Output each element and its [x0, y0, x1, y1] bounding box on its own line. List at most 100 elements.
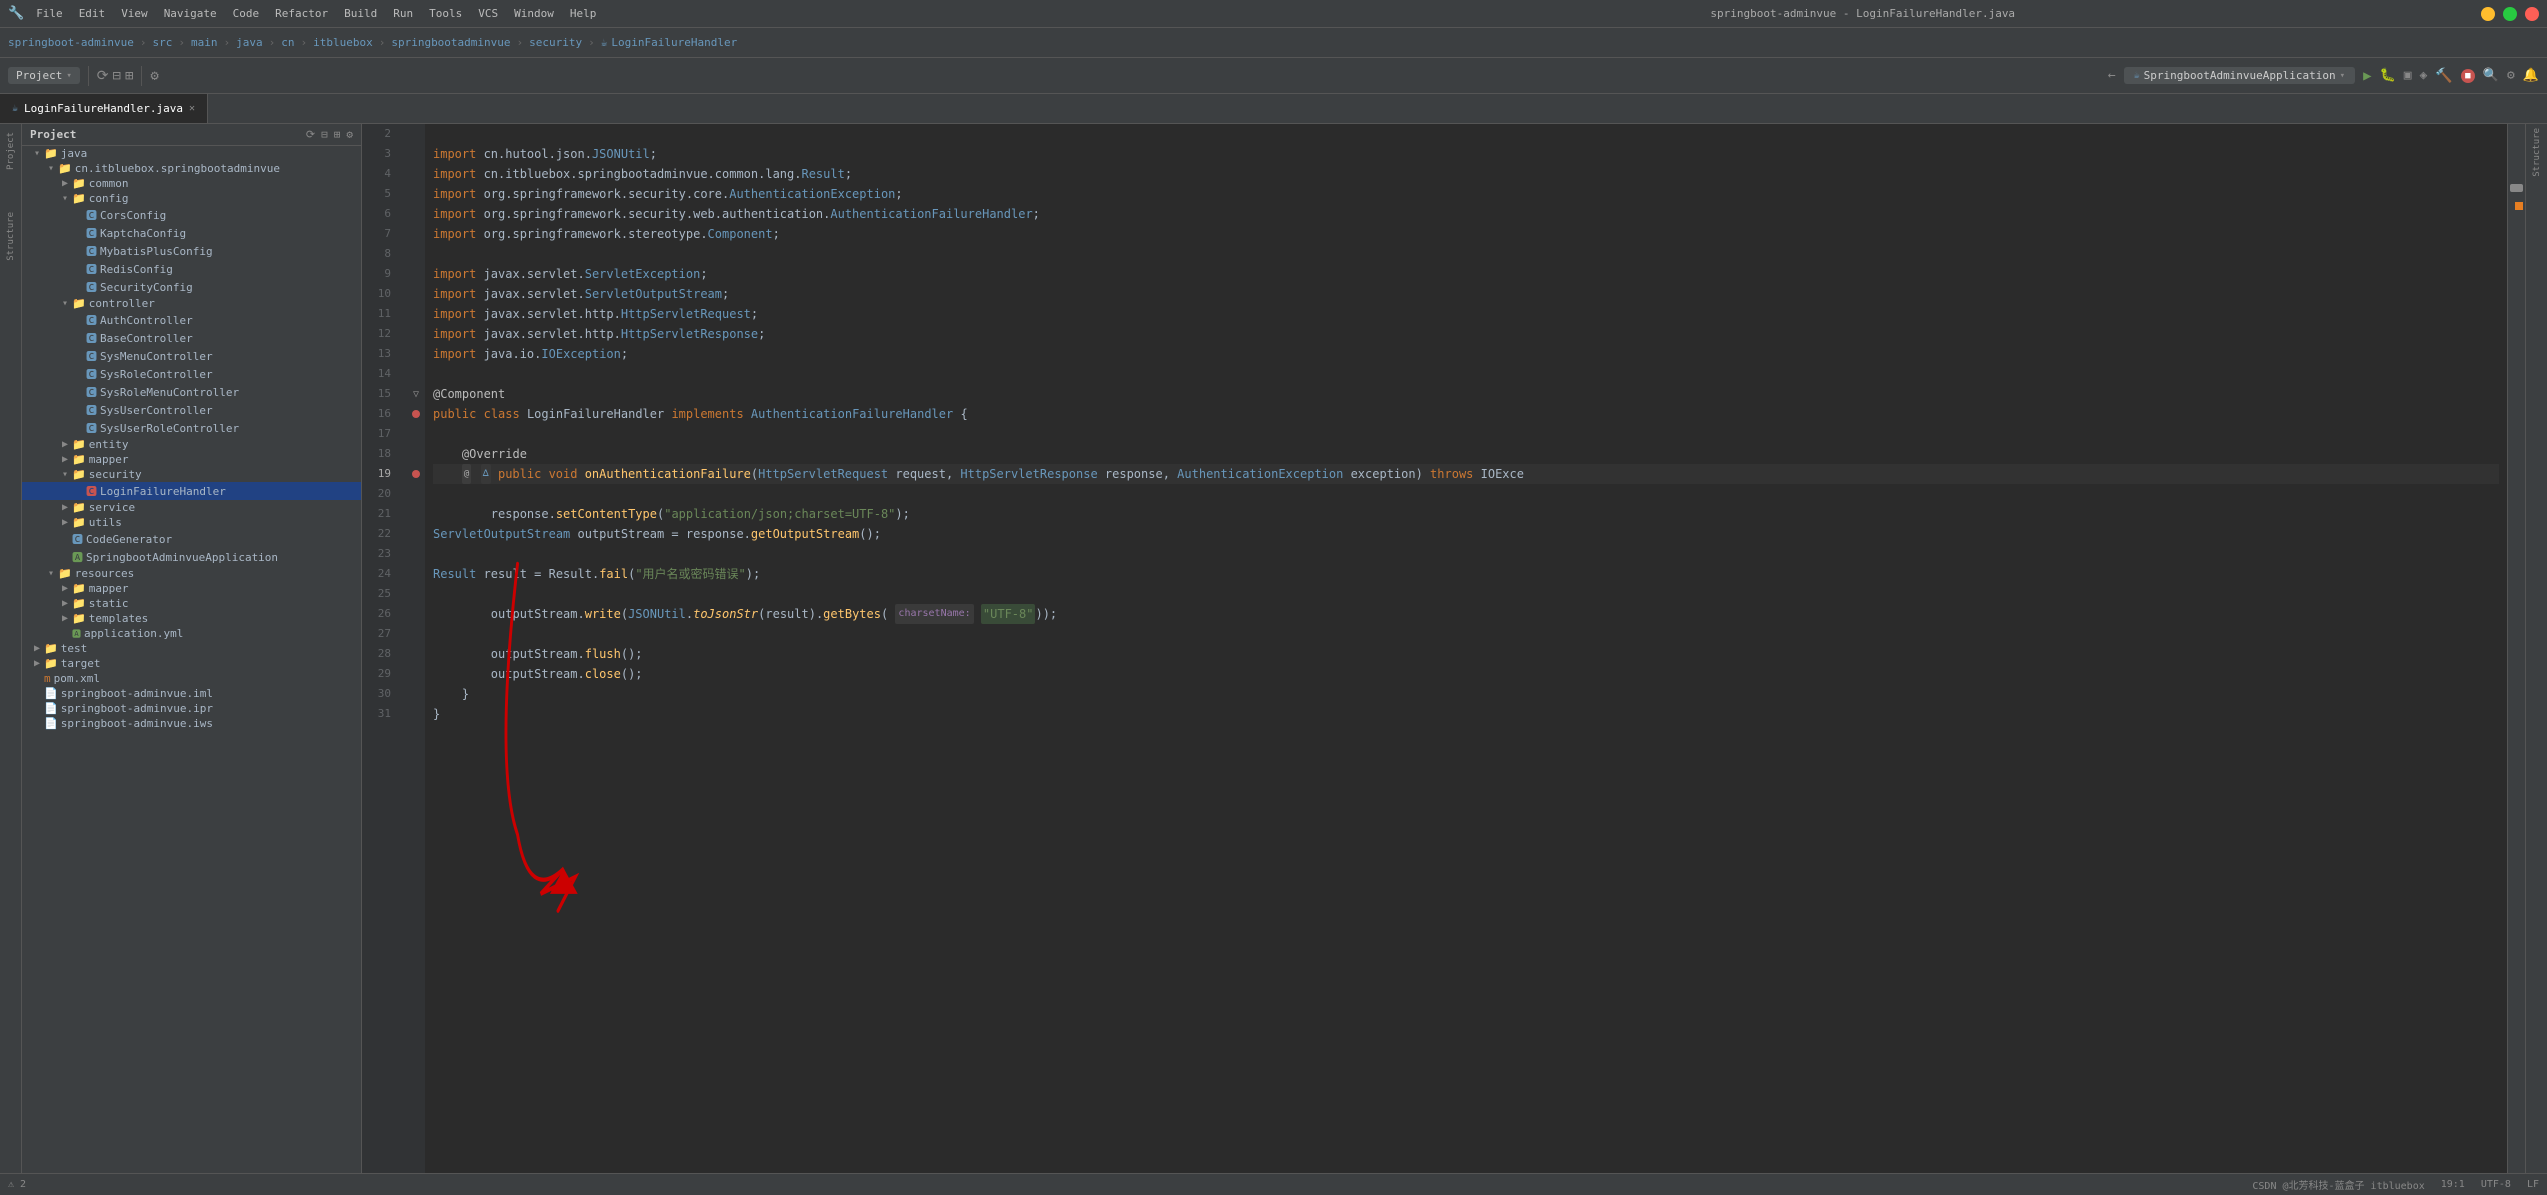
- tree-node-templates[interactable]: ▶ 📁 templates: [22, 611, 361, 626]
- code-line-6: import org.springframework.security.web.…: [433, 204, 2499, 224]
- tree-node-loginfailurehandler[interactable]: 🅲 LoginFailureHandler: [22, 482, 361, 500]
- breadcrumb-file[interactable]: LoginFailureHandler: [611, 36, 737, 49]
- java-icon-kaptcha: 🅲: [86, 225, 97, 241]
- close-button[interactable]: [2525, 7, 2539, 21]
- tree-action-sync[interactable]: ⟳: [306, 128, 315, 141]
- tree-label-springbootapp: SpringbootAdminvueApplication: [86, 551, 278, 564]
- menu-navigate[interactable]: Navigate: [164, 7, 217, 20]
- maximize-button[interactable]: [2503, 7, 2517, 21]
- menu-help[interactable]: Help: [570, 7, 597, 20]
- toolbar-settings-icon[interactable]: ⚙: [150, 68, 158, 84]
- run-config-dropdown[interactable]: ☕ SpringbootAdminvueApplication ▾: [2124, 67, 2356, 84]
- tab-loginfailurehandler[interactable]: ☕ LoginFailureHandler.java ✕: [0, 94, 208, 123]
- tree-node-securityconfig[interactable]: 🅲 SecurityConfig: [22, 278, 361, 296]
- tree-action-collapse[interactable]: ⊟: [321, 128, 328, 141]
- tree-node-applicationyml[interactable]: 🅰 application.yml: [22, 626, 361, 641]
- debug-button[interactable]: 🐛: [2380, 68, 2396, 83]
- minimize-button[interactable]: [2481, 7, 2495, 21]
- stop-button[interactable]: ■: [2461, 69, 2475, 83]
- gutter-warnings: [2508, 192, 2525, 692]
- menu-build[interactable]: Build: [344, 7, 377, 20]
- scrollbar-thumb[interactable]: [2510, 184, 2523, 192]
- tree-node-sysmenucontroller[interactable]: 🅲 SysMenuController: [22, 347, 361, 365]
- tree-node-redisconfig[interactable]: 🅲 RedisConfig: [22, 260, 361, 278]
- tree-actions: ⟳ ⊟ ⊞ ⚙: [306, 128, 353, 141]
- tree-node-common[interactable]: ▶ 📁 common: [22, 176, 361, 191]
- tree-node-utils[interactable]: ▶ 📁 utils: [22, 515, 361, 530]
- tree-node-cn-package[interactable]: ▾ 📁 cn.itbluebox.springbootadminvue: [22, 161, 361, 176]
- tree-node-authcontroller[interactable]: 🅲 AuthController: [22, 311, 361, 329]
- breadcrumb-src[interactable]: src: [152, 36, 172, 49]
- tree-action-expand[interactable]: ⊞: [334, 128, 341, 141]
- tree-node-java[interactable]: ▾ 📁 java: [22, 146, 361, 161]
- code-line-16: public class LoginFailureHandler impleme…: [433, 404, 2499, 424]
- tree-node-resources[interactable]: ▾ 📁 resources: [22, 566, 361, 581]
- tree-node-mapper-res[interactable]: ▶ 📁 mapper: [22, 581, 361, 596]
- coverage-button[interactable]: ▣: [2404, 68, 2412, 83]
- menu-bar[interactable]: File Edit View Navigate Code Refactor Bu…: [36, 7, 596, 20]
- tree-label-sysmenucontroller: SysMenuController: [100, 350, 213, 363]
- menu-window[interactable]: Window: [514, 7, 554, 20]
- breadcrumb-springbootadminvue[interactable]: springbootadminvue: [391, 36, 510, 49]
- tree-node-kaptchaconfig[interactable]: 🅲 KaptchaConfig: [22, 224, 361, 242]
- structure-label[interactable]: Structure: [2532, 128, 2542, 177]
- tree-node-sysrolemenuctrl[interactable]: 🅲 SysRoleMenuController: [22, 383, 361, 401]
- tree-node-codegenerator[interactable]: 🅲 CodeGenerator: [22, 530, 361, 548]
- run-button[interactable]: ▶: [2363, 68, 2371, 84]
- tree-node-iws[interactable]: 📄 springboot-adminvue.iws: [22, 716, 361, 731]
- tree-action-settings[interactable]: ⚙: [346, 128, 353, 141]
- gutter-17: [407, 424, 425, 444]
- tab-close-button[interactable]: ✕: [189, 103, 195, 114]
- project-dropdown[interactable]: Project ▾: [8, 67, 80, 84]
- menu-edit[interactable]: Edit: [79, 7, 106, 20]
- tree-node-sysrolecontroller[interactable]: 🅲 SysRoleController: [22, 365, 361, 383]
- tree-node-sysuserrolecontroller[interactable]: 🅲 SysUserRoleController: [22, 419, 361, 437]
- yml-icon: 🅰: [72, 627, 81, 640]
- menu-run[interactable]: Run: [393, 7, 413, 20]
- tree-node-controller[interactable]: ▾ 📁 controller: [22, 296, 361, 311]
- tree-node-service[interactable]: ▶ 📁 service: [22, 500, 361, 515]
- tree-node-target[interactable]: ▶ 📁 target: [22, 656, 361, 671]
- search-button[interactable]: 🔍: [2483, 68, 2499, 83]
- tree-node-basecontroller[interactable]: 🅲 BaseController: [22, 329, 361, 347]
- toolbar-expand-icon[interactable]: ⊞: [125, 68, 133, 84]
- tree-node-entity[interactable]: ▶ 📁 entity: [22, 437, 361, 452]
- tree-node-springbootapp[interactable]: 🅰 SpringbootAdminvueApplication: [22, 548, 361, 566]
- tree-node-test[interactable]: ▶ 📁 test: [22, 641, 361, 656]
- tree-node-security[interactable]: ▾ 📁 security: [22, 467, 361, 482]
- breadcrumb-project[interactable]: springboot-adminvue: [8, 36, 134, 49]
- notifications-icon[interactable]: 🔔: [2523, 68, 2539, 83]
- menu-refactor[interactable]: Refactor: [275, 7, 328, 20]
- breadcrumb-main[interactable]: main: [191, 36, 218, 49]
- tree-node-mybatisplus[interactable]: 🅲 MybatisPlusConfig: [22, 242, 361, 260]
- tree-node-sysusercontroller[interactable]: 🅲 SysUserController: [22, 401, 361, 419]
- breadcrumb-cn[interactable]: cn: [281, 36, 294, 49]
- profile-button[interactable]: ◈: [2420, 68, 2428, 83]
- project-panel-toggle[interactable]: Project: [2, 128, 20, 174]
- structure-panel-toggle-left[interactable]: Structure: [2, 208, 20, 265]
- tree-node-iml[interactable]: 📄 springboot-adminvue.iml: [22, 686, 361, 701]
- build-icon[interactable]: 🔨: [2435, 68, 2452, 84]
- settings-icon[interactable]: ⚙: [2507, 68, 2515, 83]
- breadcrumb-security[interactable]: security: [529, 36, 582, 49]
- code-area[interactable]: import cn.hutool.json. JSONUtil ; import…: [425, 124, 2507, 1173]
- tree-node-config[interactable]: ▾ 📁 config: [22, 191, 361, 206]
- tree-node-pomxml[interactable]: m pom.xml: [22, 671, 361, 686]
- tree-node-mapper[interactable]: ▶ 📁 mapper: [22, 452, 361, 467]
- code-line-22: ServletOutputStream outputStream = respo…: [433, 524, 2499, 544]
- menu-code[interactable]: Code: [233, 7, 260, 20]
- toolbar-collapse-icon[interactable]: ⊟: [113, 68, 121, 84]
- toolbar-sync-icon[interactable]: ⟳: [97, 68, 109, 84]
- tree-node-corsconfig[interactable]: 🅲 CorsConfig: [22, 206, 361, 224]
- gutter-fold-15[interactable]: ▽: [407, 384, 425, 404]
- tree-node-ipr[interactable]: 📄 springboot-adminvue.ipr: [22, 701, 361, 716]
- menu-tools[interactable]: Tools: [429, 7, 462, 20]
- menu-vcs[interactable]: VCS: [478, 7, 498, 20]
- breadcrumb-java[interactable]: java: [236, 36, 263, 49]
- breadcrumb-itbluebox[interactable]: itbluebox: [313, 36, 373, 49]
- code-line-20: [433, 484, 2499, 504]
- menu-view[interactable]: View: [121, 7, 148, 20]
- menu-file[interactable]: File: [36, 7, 63, 20]
- toolbar-back-icon[interactable]: ←: [2108, 68, 2116, 83]
- tree-node-static[interactable]: ▶ 📁 static: [22, 596, 361, 611]
